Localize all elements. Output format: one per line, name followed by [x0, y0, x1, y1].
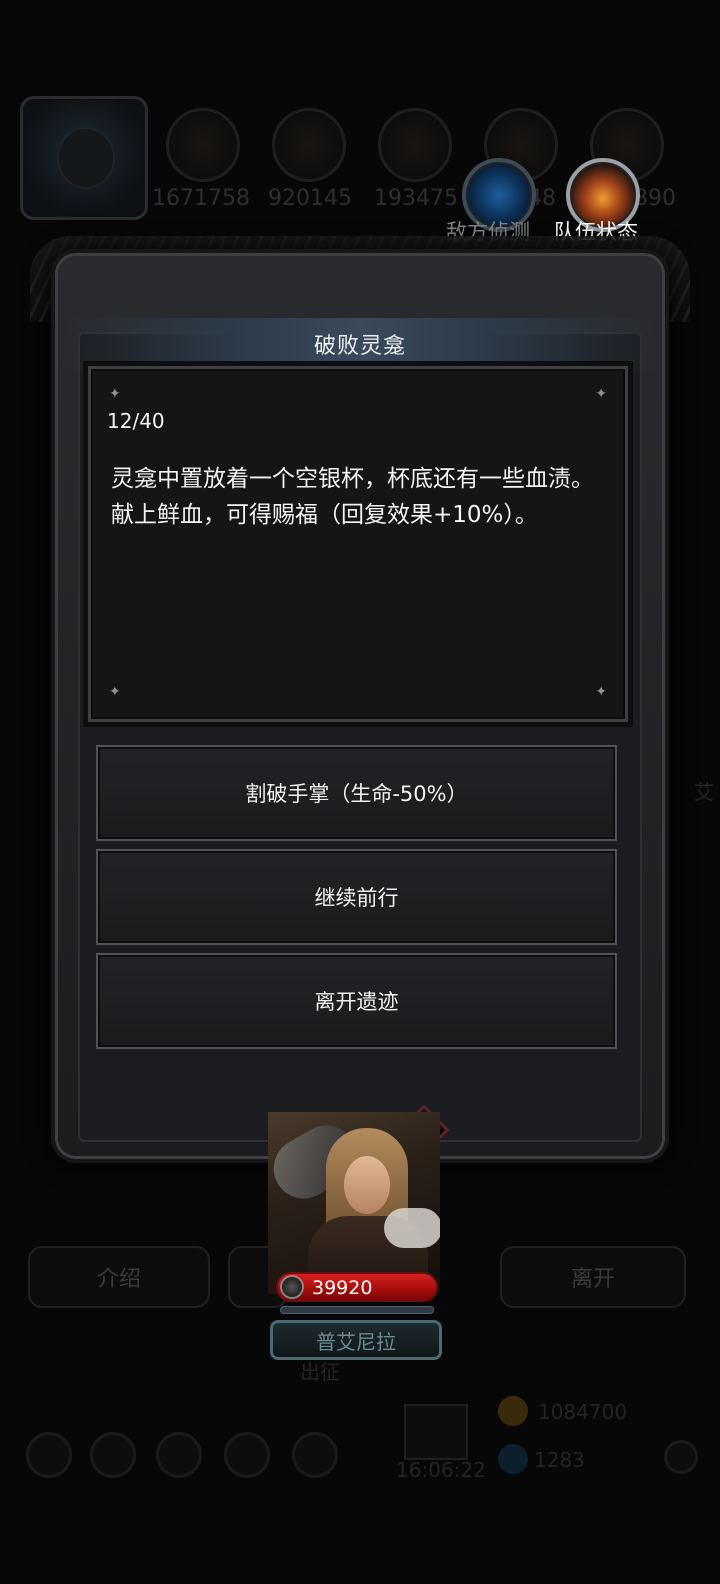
menu-icon[interactable] [26, 1432, 72, 1478]
menu-icon[interactable] [90, 1432, 136, 1478]
plus-icon[interactable] [664, 1440, 698, 1474]
choice-continue-button[interactable]: 继续前行 [96, 849, 617, 945]
sparkle-icon: ✦ [109, 684, 121, 700]
menu-icon[interactable] [224, 1432, 270, 1478]
dialog-title: 破败灵龛 [313, 334, 406, 359]
choice-label: 割破手掌（生命-50%） [245, 782, 468, 806]
gift-box-icon[interactable] [404, 1404, 468, 1460]
choice-label: 离开遗迹 [314, 990, 399, 1014]
sword-icon [280, 1275, 304, 1299]
resource-value: 890 [634, 186, 676, 211]
gold-coin-icon [498, 1396, 528, 1426]
intro-button[interactable]: 介绍 [28, 1246, 210, 1308]
hero-fur [384, 1208, 440, 1248]
blue-gem-icon [498, 1444, 528, 1474]
story-line: 献上鲜血，可得赐福（回复效果+10%）。 [111, 502, 538, 528]
hero-name: 普艾尼拉 [316, 1329, 396, 1354]
gem-amount: 1283 [534, 1448, 585, 1472]
resource-value: 193475 [374, 186, 458, 211]
menu-icon[interactable] [156, 1432, 202, 1478]
choice-cut-palm-button[interactable]: 割破手掌（生命-50%） [96, 745, 617, 841]
avatar-face-icon [57, 127, 115, 189]
gold-ingot-icon [272, 108, 346, 182]
hero-hp-bar: 39920 [276, 1272, 438, 1302]
menu-icon[interactable] [292, 1432, 338, 1478]
sparkle-icon: ✦ [109, 386, 121, 402]
story-panel: ✦ ✦ ✦ ✦ 12/40 灵龛中置放着一个空银杯，杯底还有一些血渍。 献上鲜血… [88, 366, 628, 722]
sparkle-icon: ✦ [595, 386, 607, 402]
hero-hp-value: 39920 [312, 1277, 373, 1299]
leave-button[interactable]: 离开 [500, 1246, 686, 1308]
orange-orb-icon [166, 108, 240, 182]
story-text: 灵龛中置放着一个空银杯，杯底还有一些血渍。 献上鲜血，可得赐福（回复效果+10%… [111, 461, 611, 533]
edge-label: 艾 [694, 780, 714, 804]
leave-label: 离开 [570, 1267, 615, 1292]
choice-leave-ruins-button[interactable]: 离开遗迹 [96, 953, 617, 1049]
choice-label: 继续前行 [314, 886, 399, 910]
hero-name-plate: 普艾尼拉 [270, 1320, 442, 1360]
hero-energy-bar [280, 1306, 434, 1314]
resource-value: 920145 [268, 186, 352, 211]
stone-block-icon [378, 108, 452, 182]
gold-amount: 1084700 [538, 1400, 628, 1424]
story-line: 灵龛中置放着一个空银杯，杯底还有一些血渍。 [111, 466, 594, 492]
hero-portrait [268, 1112, 440, 1294]
clock-label: 16:06:22 [396, 1458, 486, 1482]
progress-counter: 12/40 [107, 409, 165, 433]
intro-label: 介绍 [96, 1267, 141, 1292]
dialog-title-bar: 破败灵龛 [60, 318, 660, 370]
hero-face [344, 1156, 390, 1214]
hero-card[interactable]: 39920 普艾尼拉 [266, 1108, 450, 1364]
sparkle-icon: ✦ [595, 684, 607, 700]
player-avatar[interactable] [20, 96, 148, 220]
resource-value: 1671758 [152, 186, 250, 211]
